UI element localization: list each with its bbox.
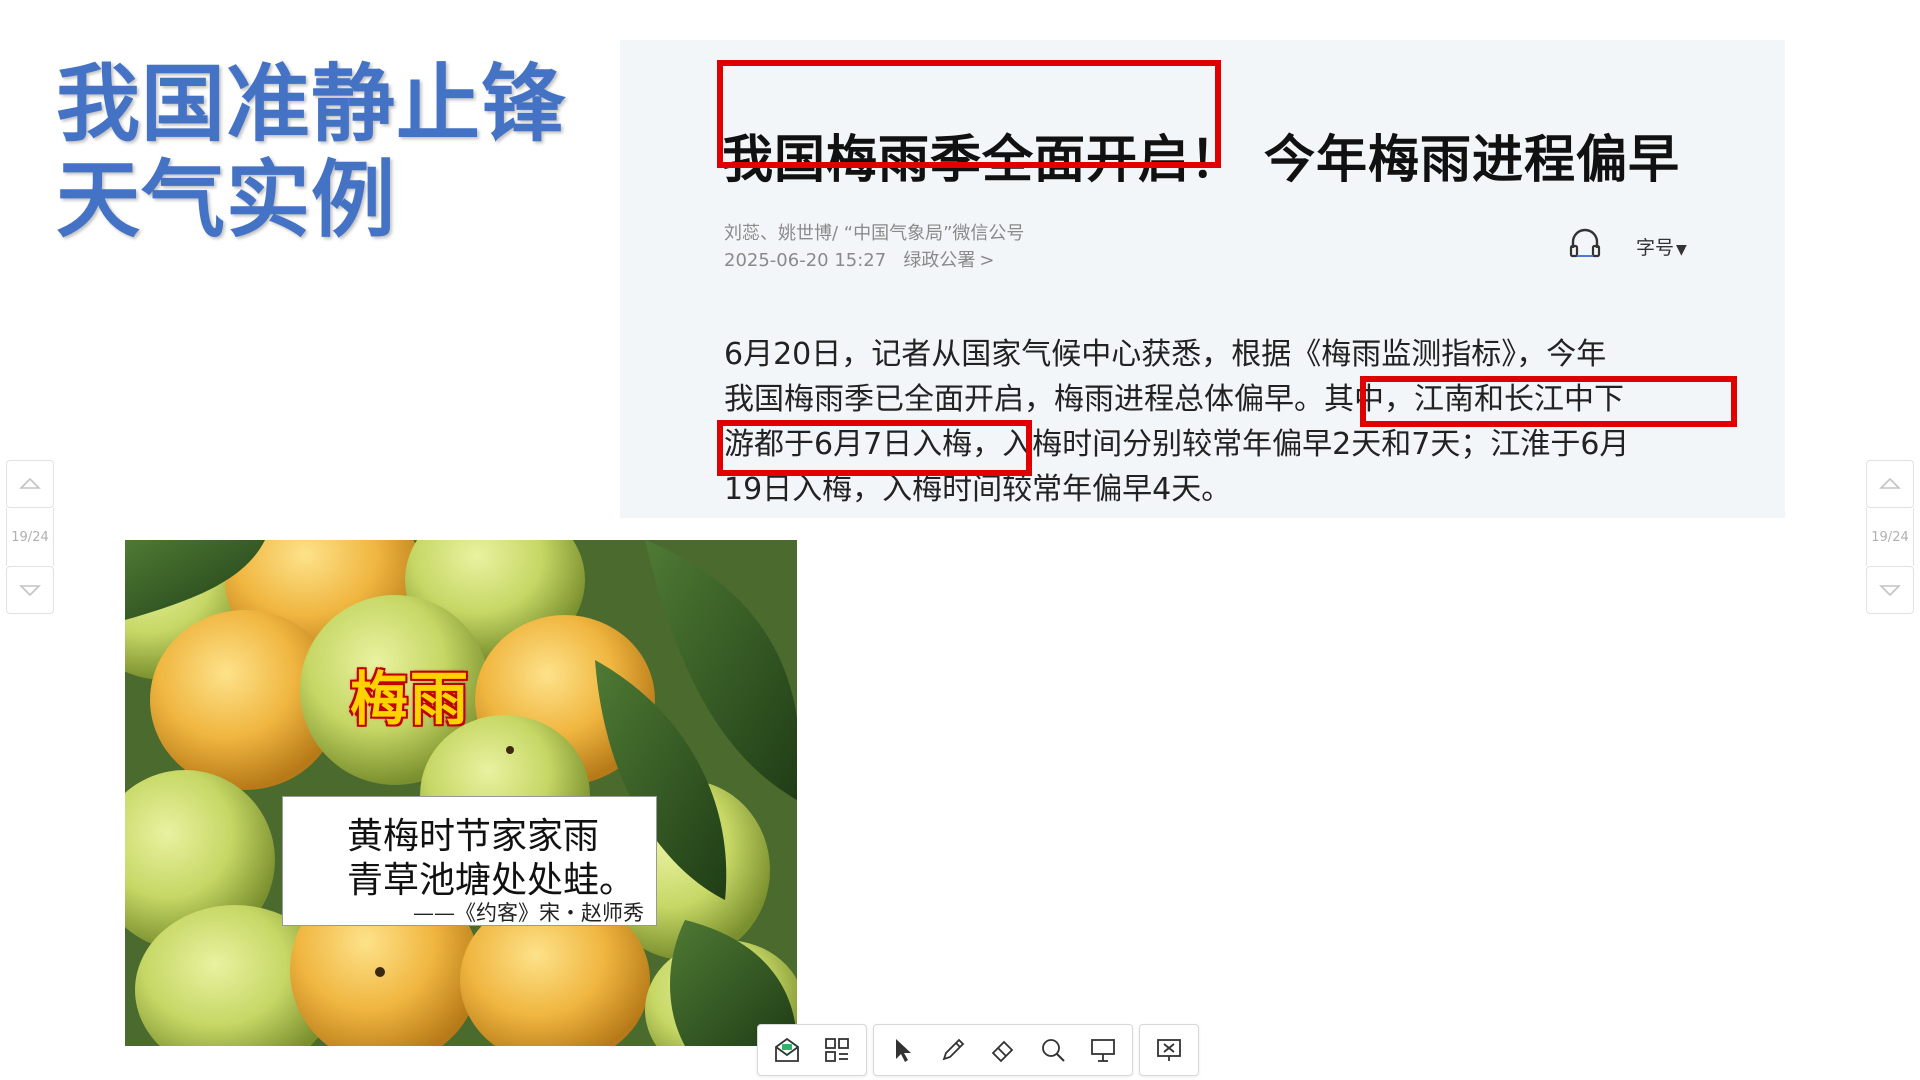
grid-view-button[interactable] bbox=[812, 1026, 862, 1074]
pointer-button[interactable] bbox=[878, 1026, 928, 1074]
article-byline: 刘蕊、姚世博/ “中国气象局”微信公号 2025-06-20 15:27 绿政公… bbox=[724, 220, 1024, 274]
exit-slideshow-icon bbox=[1157, 1039, 1181, 1061]
plum-rain-photo: 梅雨 黄梅时节家家雨 青草池塘处处蛙。 ——《约客》宋・赵师秀 bbox=[125, 540, 797, 1046]
mail-button[interactable] bbox=[762, 1026, 812, 1074]
pager-right: 19/24 bbox=[1866, 460, 1916, 614]
article-datetime: 2025-06-20 15:27 bbox=[724, 250, 887, 271]
screen-icon bbox=[1091, 1039, 1115, 1062]
plum-fruit-image bbox=[125, 540, 797, 1046]
chevron-up-icon bbox=[19, 477, 41, 489]
toolbar-group-annotate bbox=[873, 1024, 1133, 1076]
prev-slide-button[interactable] bbox=[6, 460, 54, 508]
pointer-icon bbox=[896, 1039, 911, 1062]
zoom-button[interactable] bbox=[1028, 1026, 1078, 1074]
poem-line2: 青草池塘处处蛙。 bbox=[347, 860, 636, 901]
channel-arrow: > bbox=[979, 250, 995, 271]
font-size-label: 字号 bbox=[1636, 237, 1675, 259]
poem-source: ——《约客》宋・赵师秀 bbox=[413, 901, 644, 925]
headphones-icon[interactable] bbox=[1568, 226, 1602, 260]
next-slide-button[interactable] bbox=[6, 566, 54, 614]
highlight-frame-date bbox=[717, 420, 1032, 476]
grid-icon bbox=[825, 1038, 849, 1062]
article-body-line1: 6月20日，记者从国家气候中心获悉，根据《梅雨监测指标》，今年 bbox=[724, 337, 1607, 372]
presentation-toolbar bbox=[757, 1024, 1199, 1076]
article-authors: 刘蕊、姚世博/ “中国气象局”微信公号 bbox=[724, 223, 1025, 244]
chevron-down-icon bbox=[19, 585, 41, 597]
pen-icon bbox=[942, 1038, 965, 1061]
headline-rest: 今年梅雨进程偏早 bbox=[1264, 131, 1681, 190]
prev-slide-button-right[interactable] bbox=[1866, 460, 1914, 508]
slide-title: 我国准静止锋 天气实例 bbox=[56, 56, 566, 248]
exit-slideshow-button[interactable] bbox=[1144, 1026, 1194, 1074]
next-slide-button-right[interactable] bbox=[1866, 566, 1914, 614]
pen-button[interactable] bbox=[928, 1026, 978, 1074]
slide-title-line2: 天气实例 bbox=[56, 151, 397, 249]
search-icon bbox=[1042, 1039, 1065, 1062]
highlight-frame-region bbox=[1360, 376, 1737, 427]
chevron-up-icon bbox=[1879, 477, 1901, 489]
chevron-down-icon: ▼ bbox=[1676, 242, 1687, 258]
page-indicator-right: 19/24 bbox=[1866, 508, 1914, 566]
photo-title: 梅雨 bbox=[350, 665, 471, 733]
article-channel-link[interactable]: 绿政公署 bbox=[903, 250, 975, 271]
highlight-frame-headline bbox=[717, 60, 1221, 168]
page-indicator-left: 19/24 bbox=[6, 508, 54, 566]
eraser-button[interactable] bbox=[978, 1026, 1028, 1074]
poem-box: 黄梅时节家家雨 青草池塘处处蛙。 ——《约客》宋・赵师秀 bbox=[282, 796, 657, 926]
mail-icon bbox=[775, 1037, 799, 1062]
slide-title-line1: 我国准静止锋 bbox=[56, 55, 567, 153]
pager-left: 19/24 bbox=[6, 460, 56, 614]
eraser-icon bbox=[991, 1040, 1014, 1063]
chevron-down-icon bbox=[1879, 585, 1901, 597]
font-size-button[interactable]: 字号 ▼ bbox=[1636, 233, 1687, 260]
toolbar-group-view bbox=[757, 1024, 867, 1076]
toolbar-group-exit bbox=[1139, 1024, 1199, 1076]
screen-button[interactable] bbox=[1078, 1026, 1128, 1074]
